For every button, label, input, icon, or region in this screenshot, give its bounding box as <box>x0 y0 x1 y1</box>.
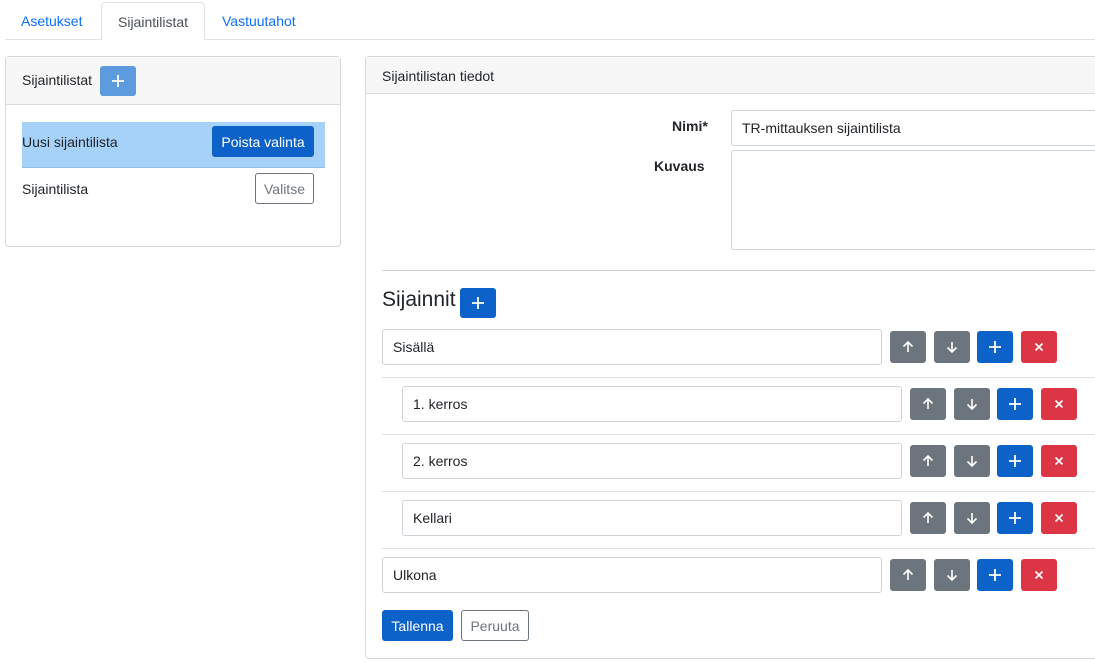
delete-location-button[interactable] <box>1041 502 1077 534</box>
plus-icon <box>1009 398 1021 410</box>
cancel-button[interactable]: Peruuta <box>461 610 529 641</box>
location-row: Kellari <box>366 500 1095 536</box>
list-item-selected[interactable]: Uusi sijaintilista Poista valinta <box>22 122 325 168</box>
location-name-input[interactable]: 2. kerros <box>402 443 902 479</box>
location-row: 2. kerros <box>366 443 1095 479</box>
description-label: Kuvaus <box>654 158 705 174</box>
move-up-button[interactable] <box>890 559 926 591</box>
add-sublocation-button[interactable] <box>977 559 1013 591</box>
move-down-button[interactable] <box>954 502 990 534</box>
add-location-button[interactable] <box>460 288 496 318</box>
move-up-button[interactable] <box>910 445 946 477</box>
tab-asetukset[interactable]: Asetukset <box>5 2 98 40</box>
name-label: Nimi* <box>672 118 708 134</box>
location-list-details-card: Sijaintilistan tiedot Nimi* TR-mittaukse… <box>365 56 1095 659</box>
move-down-button[interactable] <box>954 388 990 420</box>
plus-icon <box>1009 512 1021 524</box>
location-row: Ulkona <box>366 557 1095 593</box>
add-location-list-button[interactable] <box>100 66 136 96</box>
delete-location-button[interactable] <box>1021 331 1057 363</box>
location-name-input[interactable]: Kellari <box>402 500 902 536</box>
arrow-up-icon <box>922 397 934 409</box>
list-item[interactable]: Sijaintilista Valitse <box>22 170 325 208</box>
row-divider <box>382 491 1095 492</box>
delete-location-button[interactable] <box>1021 559 1057 591</box>
close-icon <box>1054 456 1064 466</box>
add-sublocation-button[interactable] <box>977 331 1013 363</box>
close-icon <box>1034 570 1044 580</box>
arrow-up-icon <box>902 568 914 580</box>
row-divider <box>382 548 1095 549</box>
location-row: Sisällä <box>366 329 1095 365</box>
delete-location-button[interactable] <box>1041 445 1077 477</box>
name-input[interactable]: TR-mittauksen sijaintilista <box>731 110 1095 146</box>
close-icon <box>1054 399 1064 409</box>
location-name-input[interactable]: 1. kerros <box>402 386 902 422</box>
location-lists-title: Sijaintilistat <box>22 72 93 88</box>
location-row: 1. kerros <box>366 386 1095 422</box>
plus-icon <box>989 569 1001 581</box>
move-down-button[interactable] <box>934 559 970 591</box>
location-name-input[interactable]: Sisällä <box>382 329 882 365</box>
location-name-input[interactable]: Ulkona <box>382 557 882 593</box>
divider <box>382 270 1095 271</box>
move-up-button[interactable] <box>910 388 946 420</box>
tab-bar: Asetukset Sijaintilistat Vastuutahot <box>5 0 1095 41</box>
move-up-button[interactable] <box>910 502 946 534</box>
add-sublocation-button[interactable] <box>997 445 1033 477</box>
arrow-down-icon <box>946 570 958 582</box>
arrow-down-icon <box>946 342 958 354</box>
tab-vastuutahot[interactable]: Vastuutahot <box>206 2 312 40</box>
tab-sijaintilistat[interactable]: Sijaintilistat <box>101 2 206 41</box>
move-down-button[interactable] <box>954 445 990 477</box>
details-header: Sijaintilistan tiedot <box>366 57 1095 94</box>
row-divider <box>382 377 1095 378</box>
arrow-up-icon <box>922 454 934 466</box>
save-button[interactable]: Tallenna <box>382 610 453 641</box>
row-divider <box>382 434 1095 435</box>
arrow-down-icon <box>966 456 978 468</box>
list-item-name: Uusi sijaintilista <box>22 134 118 150</box>
locations-title: Sijainnit <box>382 288 456 311</box>
add-sublocation-button[interactable] <box>997 388 1033 420</box>
location-lists-header: Sijaintilistat <box>6 57 340 105</box>
list-item-name: Sijaintilista <box>22 181 89 197</box>
move-up-button[interactable] <box>890 331 926 363</box>
arrow-down-icon <box>966 399 978 411</box>
arrow-up-icon <box>922 511 934 523</box>
arrow-up-icon <box>902 340 914 352</box>
move-down-button[interactable] <box>934 331 970 363</box>
close-icon <box>1054 513 1064 523</box>
close-icon <box>1034 342 1044 352</box>
deselect-button[interactable]: Poista valinta <box>212 126 314 157</box>
plus-icon <box>1009 455 1021 467</box>
plus-icon <box>989 341 1001 353</box>
description-textarea[interactable] <box>731 150 1095 250</box>
location-lists-card: Sijaintilistat Uusi sijaintilista Poista… <box>5 56 341 247</box>
plus-icon <box>112 75 124 87</box>
add-sublocation-button[interactable] <box>997 502 1033 534</box>
select-button[interactable]: Valitse <box>255 173 314 204</box>
delete-location-button[interactable] <box>1041 388 1077 420</box>
details-title: Sijaintilistan tiedot <box>382 68 495 84</box>
plus-icon <box>472 297 484 309</box>
arrow-down-icon <box>966 513 978 525</box>
